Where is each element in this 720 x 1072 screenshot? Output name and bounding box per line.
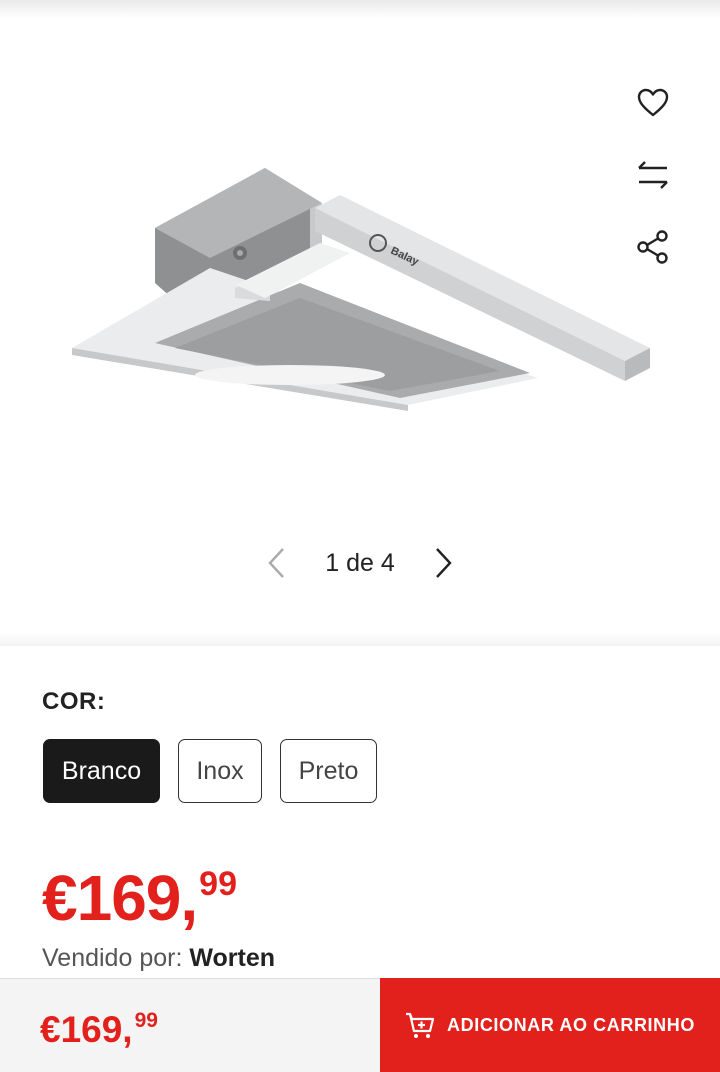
next-image-button[interactable]: [423, 543, 463, 583]
seller-name[interactable]: Worten: [189, 944, 275, 972]
heart-icon: [637, 88, 669, 117]
favorite-button[interactable]: [626, 78, 680, 128]
section-divider: [0, 632, 720, 646]
color-option-preto[interactable]: Preto: [280, 739, 377, 803]
color-options: Branco Inox Preto: [43, 739, 377, 803]
compare-button[interactable]: [626, 150, 680, 200]
seller-info: Vendido por: Worten: [42, 944, 275, 973]
prev-image-button[interactable]: [257, 543, 297, 583]
top-shadow: [0, 0, 720, 18]
share-button[interactable]: [626, 222, 680, 272]
add-to-cart-button[interactable]: ADICIONAR AO CARRINHO: [380, 978, 720, 1072]
compare-arrows-icon: [638, 161, 668, 189]
product-gallery: Balay 1 de 4: [0, 18, 720, 643]
pager-count: 1 de 4: [325, 548, 395, 577]
chevron-right-icon: [435, 548, 452, 578]
color-label: COR:: [42, 688, 106, 715]
add-to-cart-label: ADICIONAR AO CARRINHO: [447, 1014, 695, 1035]
product-image[interactable]: Balay: [60, 143, 660, 423]
bottom-price-area: €169, 99: [0, 978, 380, 1072]
cart-add-icon: [406, 1012, 435, 1038]
chevron-left-icon: [268, 548, 285, 578]
bottom-bar: €169, 99 ADICIONAR AO CARRINHO: [0, 978, 720, 1072]
gallery-pager: 1 de 4: [0, 538, 720, 588]
price-integer: €169,: [42, 862, 198, 934]
seller-prefix: Vendido por:: [42, 944, 183, 972]
side-actions: [626, 78, 680, 294]
bottom-price-decimals: 99: [134, 1009, 158, 1032]
bottom-price-integer: €169,: [40, 1009, 133, 1050]
product-price: €169, 99: [42, 862, 237, 934]
color-option-inox[interactable]: Inox: [178, 739, 262, 803]
color-option-branco[interactable]: Branco: [43, 739, 160, 803]
price-decimals: 99: [199, 865, 237, 903]
share-icon: [637, 230, 668, 264]
bottom-price: €169, 99: [40, 1009, 158, 1051]
